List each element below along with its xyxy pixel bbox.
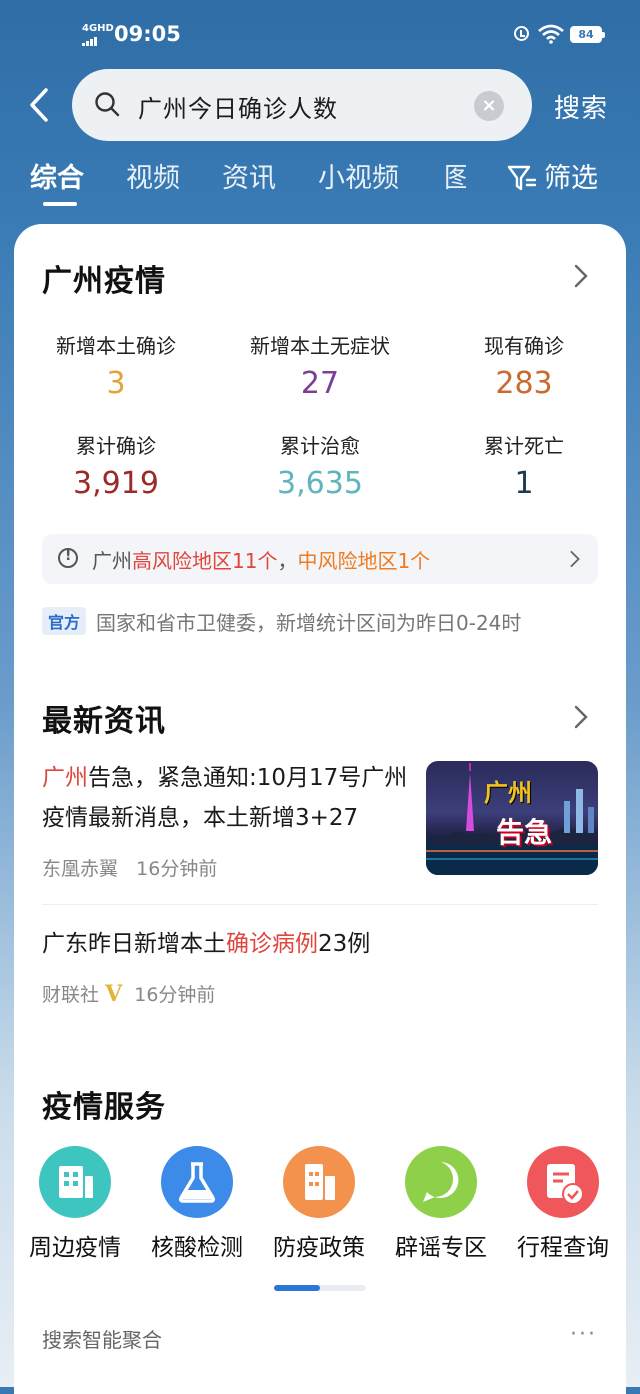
stat-value: 3,635: [277, 466, 363, 501]
risk-area-text: 广州高风险地区11个，中风险地区1个: [92, 549, 431, 573]
news-item-title[interactable]: 广东昨日新增本土确诊病例23例: [42, 924, 602, 964]
tab-video[interactable]: 视频: [126, 156, 180, 195]
tab-news[interactable]: 资讯: [222, 156, 276, 195]
chevron-right-icon[interactable]: [574, 264, 588, 288]
news-thumbnail[interactable]: 广州 告急: [426, 761, 598, 875]
data-source-note: 国家和省市卫健委，新增统计区间为昨日0-24时: [96, 611, 522, 635]
thumbnail-text: 广州: [484, 779, 532, 807]
news-item-title[interactable]: 广州告急，紧急通知:10月17号广州疫情最新消息，本土新增3+27: [42, 758, 412, 838]
service-label: 周边疫情: [29, 1235, 121, 1261]
service-label: 核酸检测: [151, 1235, 243, 1261]
warning-icon: [58, 548, 78, 568]
stat-label: 累计确诊: [76, 434, 156, 458]
service-rumor-refuting[interactable]: ? 辟谣专区: [380, 1146, 502, 1262]
building-icon: [283, 1146, 355, 1218]
pager-active: [274, 1285, 320, 1291]
wifi-icon: [538, 24, 564, 44]
service-nucleic-test[interactable]: 核酸检测: [136, 1146, 258, 1262]
stat-value: 3,919: [73, 466, 159, 501]
question-bubble-icon: ?: [405, 1146, 477, 1218]
thumbnail-text: 告急: [496, 816, 553, 849]
signal-bars-icon: [82, 36, 98, 46]
service-itinerary-check[interactable]: 行程查询: [502, 1146, 624, 1262]
document-check-icon: [527, 1146, 599, 1218]
clock: 09:05: [114, 22, 181, 46]
service-label: 行程查询: [517, 1235, 609, 1261]
news-time: 16分钟前: [134, 984, 216, 1006]
tab-all[interactable]: 综合: [30, 156, 84, 195]
service-label: 防疫政策: [273, 1235, 365, 1261]
active-tab-indicator: [43, 202, 77, 206]
risk-area-banner[interactable]: 广州高风险地区11个，中风险地区1个: [42, 534, 598, 584]
epidemic-title[interactable]: 广州疫情: [42, 256, 166, 300]
service-pager: [274, 1285, 366, 1291]
search-button[interactable]: 搜索: [554, 88, 608, 125]
network-type: 4GHD: [82, 23, 114, 34]
search-query[interactable]: 广州今日确诊人数: [138, 89, 338, 124]
service-label: 辟谣专区: [395, 1235, 487, 1261]
back-icon[interactable]: [26, 86, 54, 124]
tab-images[interactable]: 图: [444, 156, 466, 195]
alarm-icon: [514, 26, 529, 41]
verified-icon: V: [105, 981, 123, 1007]
service-prevention-policy[interactable]: 防疫政策: [258, 1146, 380, 1262]
more-options-icon[interactable]: ···: [570, 1322, 597, 1347]
news-source: 东凰赤翼: [42, 858, 119, 880]
news-source: 财联社: [42, 984, 100, 1006]
search-input[interactable]: 广州今日确诊人数 ×: [72, 69, 532, 141]
news-time: 16分钟前: [136, 858, 218, 880]
divider: [42, 904, 598, 905]
search-icon: [95, 92, 120, 117]
stat-label: 新增本土无症状: [250, 334, 390, 358]
stat-label: 累计治愈: [280, 434, 360, 458]
stat-value: 283: [495, 366, 553, 401]
stat-value: 27: [300, 366, 340, 401]
stat-label: 累计死亡: [484, 434, 564, 458]
stat-label: 现有确诊: [484, 334, 564, 358]
medium-risk-count: 中风险地区1个: [297, 549, 431, 573]
stat-value: 1: [514, 466, 534, 501]
battery-indicator: 84: [570, 26, 605, 43]
stat-value: 3: [106, 366, 126, 401]
filter-button[interactable]: 筛选: [544, 156, 598, 195]
chevron-right-icon[interactable]: [574, 705, 588, 729]
svg-text:?: ?: [435, 1169, 448, 1194]
news-section-title[interactable]: 最新资讯: [42, 696, 166, 740]
signal-indicator: 4GHD: [82, 24, 114, 46]
services-title: 疫情服务: [42, 1090, 166, 1125]
news-item-meta: 东凰赤翼 16分钟前: [42, 854, 217, 881]
chevron-right-icon[interactable]: [570, 550, 580, 568]
result-card: 广州疫情 新增本土确诊 3 新增本土无症状 27 现有确诊 283 累计确诊 3…: [14, 224, 626, 1394]
status-bar: 4GHD 09:05 84: [0, 0, 640, 70]
stat-label: 新增本土确诊: [56, 334, 176, 358]
building-grid-icon: [39, 1146, 111, 1218]
service-nearby-epidemic[interactable]: 周边疫情: [14, 1146, 136, 1262]
filter-icon[interactable]: [507, 163, 537, 193]
search-aggregate-label: 搜索智能聚合: [42, 1328, 162, 1352]
high-risk-count: 高风险地区11个: [132, 549, 278, 573]
tab-short-video[interactable]: 小视频: [318, 156, 399, 195]
clear-icon[interactable]: ×: [474, 91, 504, 121]
news-item-meta: 财联社 V 16分钟前: [42, 980, 215, 1007]
official-badge: 官方: [42, 607, 87, 635]
flask-icon: [161, 1146, 233, 1218]
